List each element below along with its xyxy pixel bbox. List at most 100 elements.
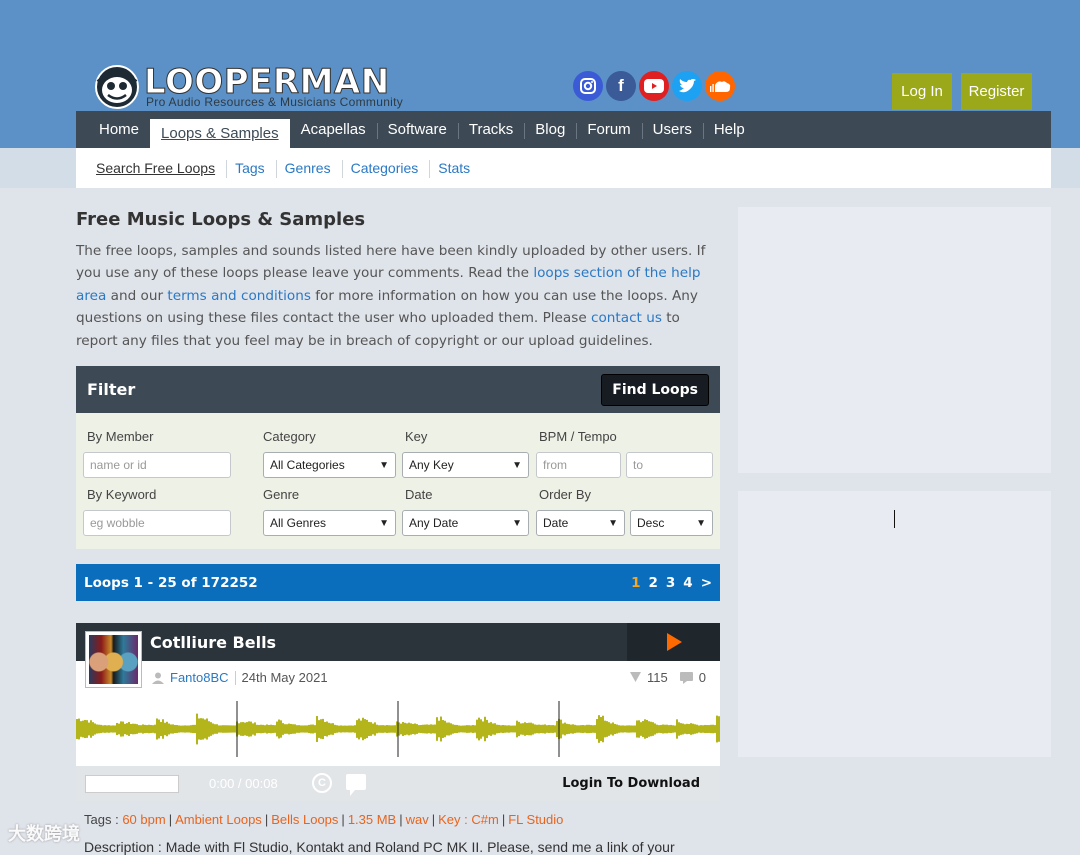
bpm-to-input[interactable]: to [626, 452, 713, 478]
tag-link[interactable]: wav [406, 812, 429, 827]
login-to-download-link[interactable]: Login To Download [562, 776, 700, 791]
nav-blog[interactable]: Blog [524, 111, 576, 148]
waveform-sample [416, 724, 418, 734]
tag-link[interactable]: 1.35 MB [348, 812, 396, 827]
tag-link[interactable]: FL Studio [508, 812, 563, 827]
nav-loops-samples[interactable]: Loops & Samples [150, 119, 290, 148]
date-select[interactable]: Any Date ▼ [402, 510, 529, 536]
nav-acapellas[interactable]: Acapellas [290, 111, 377, 148]
site-logo[interactable]: LOOPERMAN Pro Audio Resources & Musician… [94, 62, 434, 112]
soundcloud-icon[interactable] [705, 71, 735, 101]
twitter-icon[interactable] [672, 71, 702, 101]
tag-link[interactable]: 60 bpm [122, 812, 165, 827]
tag-link[interactable]: Bells Loops [271, 812, 338, 827]
facebook-icon[interactable]: f [606, 71, 636, 101]
key-select[interactable]: Any Key ▼ [402, 452, 529, 478]
waveform-sample [76, 719, 78, 739]
terms-link[interactable]: terms and conditions [167, 288, 311, 304]
waveform-sample [632, 725, 634, 733]
tag-link[interactable]: Ambient Loops [175, 812, 262, 827]
waveform-sample [188, 725, 190, 733]
comment-count-icon [679, 671, 693, 684]
progress-bar[interactable] [85, 775, 179, 793]
waveform-sample [562, 723, 564, 735]
waveform-sample [600, 717, 602, 741]
page-link[interactable]: 2 [648, 575, 657, 591]
member-input[interactable]: name or id [83, 452, 231, 478]
waveform-sample [432, 724, 434, 734]
waveform-sample [370, 722, 372, 736]
waveform-sample [290, 723, 292, 735]
subnav-tags[interactable]: Tags [226, 160, 272, 178]
results-summary: Loops 1 - 25 of 172252 [84, 574, 258, 591]
nav-tracks[interactable]: Tracks [457, 111, 524, 148]
audio-player: 0:00 / 00:08 C Login To Download [76, 766, 720, 801]
waveform-sample [426, 724, 428, 734]
waveform-sample [132, 723, 134, 735]
subnav-categories[interactable]: Categories [341, 160, 426, 178]
waveform-sample [390, 725, 392, 733]
tag-separator: | [431, 812, 436, 827]
copyright-icon[interactable]: C [312, 773, 332, 793]
thumbnail-art [89, 635, 138, 684]
loop-thumbnail[interactable] [86, 632, 141, 687]
tag-link[interactable]: Key : C#m [438, 812, 499, 827]
waveform-sample [676, 719, 678, 739]
category-select[interactable]: All Categories ▼ [263, 452, 396, 478]
nav-software[interactable]: Software [376, 111, 458, 148]
page-link[interactable]: 3 [666, 575, 675, 591]
intro-text-part: and our [106, 287, 168, 304]
waveform-sample [192, 724, 194, 734]
tag-separator: | [341, 812, 345, 827]
subnav-search-free-loops[interactable]: Search Free Loops [89, 160, 222, 176]
nav-help[interactable]: Help [702, 111, 756, 148]
instagram-icon[interactable] [573, 71, 603, 101]
next-page-link[interactable]: > [701, 575, 712, 591]
page-link[interactable]: 4 [683, 575, 692, 591]
nav-users[interactable]: Users [641, 111, 703, 148]
waveform-sample [514, 725, 516, 733]
bpm-from-input[interactable]: from [536, 452, 621, 478]
waveform[interactable] [76, 701, 720, 757]
tags-label: Tags : [84, 812, 119, 827]
genre-label: Genre [263, 487, 300, 502]
waveform-sample [544, 724, 546, 734]
youtube-icon[interactable] [639, 71, 669, 101]
order-direction-select[interactable]: Desc ▼ [630, 510, 713, 536]
waveform-sample [296, 725, 298, 733]
meta-divider [234, 670, 236, 685]
waveform-sample [284, 724, 286, 734]
loop-title[interactable]: Cotlliure Bells [150, 633, 276, 652]
waveform-sample [504, 725, 506, 733]
waveform-sample [560, 719, 562, 739]
order-by-label: Order By [539, 487, 592, 502]
subnav-stats[interactable]: Stats [429, 160, 477, 178]
watermark: 大数跨境 [8, 824, 80, 845]
waveform-sample [358, 718, 360, 740]
register-button[interactable]: Register [961, 73, 1032, 110]
find-loops-button[interactable]: Find Loops [601, 373, 709, 406]
contact-us-link[interactable]: contact us [591, 310, 662, 326]
waveform-sample [572, 724, 574, 734]
subnav-genres[interactable]: Genres [275, 160, 338, 178]
download-count: 115 [647, 670, 668, 685]
waveform-sample [588, 724, 590, 734]
nav-forum[interactable]: Forum [576, 111, 641, 148]
genre-select[interactable]: All Genres ▼ [263, 510, 396, 536]
keyword-input[interactable]: eg wobble [83, 510, 231, 536]
waveform-sample [104, 725, 106, 733]
loop-user-link[interactable]: Fanto8BC [170, 670, 229, 685]
waveform-sample [254, 722, 256, 736]
waveform-sample [218, 725, 220, 733]
waveform-sample [458, 725, 460, 733]
waveform-sample [626, 725, 628, 733]
waveform-sample [116, 722, 118, 736]
play-button[interactable] [627, 623, 720, 661]
login-button[interactable]: Log In [892, 73, 952, 110]
page-link-current[interactable]: 1 [631, 575, 640, 591]
waveform-sample [244, 722, 246, 736]
nav-home[interactable]: Home [88, 111, 150, 148]
waveform-sample [424, 724, 426, 734]
order-by-select[interactable]: Date ▼ [536, 510, 625, 536]
comment-icon[interactable] [346, 774, 366, 796]
